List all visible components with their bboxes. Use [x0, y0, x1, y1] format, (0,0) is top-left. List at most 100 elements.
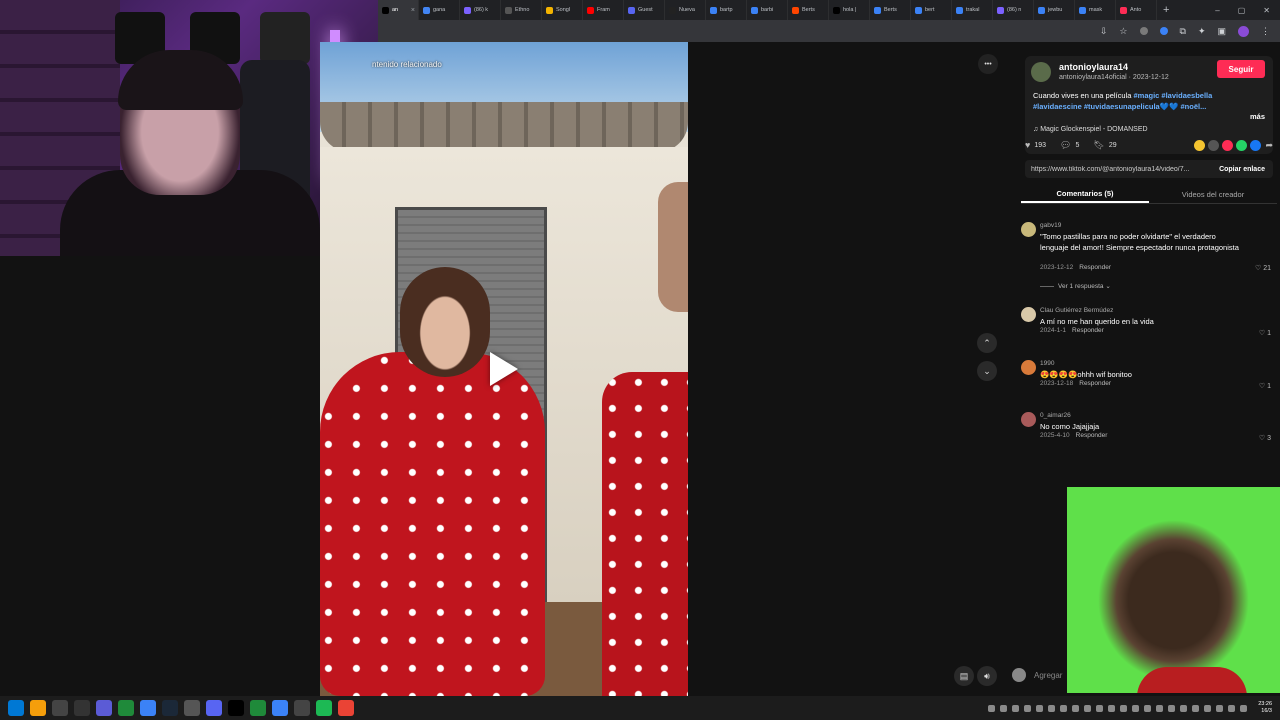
- author-avatar[interactable]: [1031, 62, 1051, 82]
- commenter-name[interactable]: Clau Gutiérrez Bermúdez: [1040, 307, 1113, 314]
- browser-tab[interactable]: Ethno: [501, 0, 542, 20]
- tray-icon[interactable]: [988, 704, 996, 712]
- tray-icon[interactable]: [1192, 704, 1200, 712]
- store-icon[interactable]: [140, 700, 156, 716]
- browser-tab[interactable]: mask: [1075, 0, 1116, 20]
- tiktok-icon[interactable]: [228, 700, 244, 716]
- follow-button[interactable]: Seguir: [1217, 60, 1265, 78]
- browser-tab[interactable]: Songl: [542, 0, 583, 20]
- commenter-name[interactable]: gabv19: [1040, 222, 1061, 229]
- author-username[interactable]: antonioylaura14: [1059, 62, 1128, 72]
- browser-tab[interactable]: an ×: [378, 0, 419, 20]
- tray-icon[interactable]: [1084, 704, 1092, 712]
- browser-tab[interactable]: Berts: [870, 0, 911, 20]
- commenter-avatar[interactable]: [1021, 222, 1036, 237]
- bookmark-icon[interactable]: 🔖︎: [1093, 140, 1104, 151]
- browser-tab[interactable]: Nueva: [665, 0, 706, 20]
- vpn-icon[interactable]: [118, 700, 134, 716]
- tray-icon[interactable]: [1012, 704, 1020, 712]
- extensions-puzzle-icon[interactable]: ⧉: [1180, 26, 1186, 37]
- tray-icon[interactable]: [1036, 704, 1044, 712]
- browser-tab[interactable]: bartp: [706, 0, 747, 20]
- search-icon[interactable]: [30, 700, 46, 716]
- commenter-avatar[interactable]: [1021, 307, 1036, 322]
- play-icon[interactable]: [490, 352, 518, 386]
- app-icon[interactable]: [74, 700, 90, 716]
- share-option-icon[interactable]: [1222, 139, 1234, 151]
- close-tab-icon[interactable]: ×: [411, 7, 415, 14]
- volume-icon[interactable]: 🔊︎: [977, 666, 997, 686]
- comment-like-button[interactable]: ♡ 3: [1259, 434, 1271, 442]
- commenter-avatar[interactable]: [1021, 412, 1036, 427]
- steam-icon[interactable]: [162, 700, 178, 716]
- view-replies-button[interactable]: Ver 1 respuesta ⌄: [1040, 282, 1111, 290]
- app-icon[interactable]: [294, 700, 310, 716]
- share-option-icon[interactable]: [1236, 139, 1248, 151]
- more-options-button[interactable]: •••: [978, 54, 998, 74]
- share-arrow-icon[interactable]: ➦: [1265, 140, 1273, 151]
- chrome-icon[interactable]: [338, 700, 354, 716]
- tiktok-video[interactable]: ntenido relacionado: [320, 42, 688, 696]
- bookmark-star-icon[interactable]: ☆: [1119, 26, 1127, 37]
- tab-creator-videos[interactable]: Videos del creador: [1149, 186, 1277, 203]
- commenter-avatar[interactable]: [1021, 360, 1036, 375]
- tray-icon[interactable]: [1144, 704, 1152, 712]
- tray-icon[interactable]: [1204, 704, 1212, 712]
- browser-tab[interactable]: Fram: [583, 0, 624, 20]
- reply-button[interactable]: Responder: [1076, 432, 1108, 439]
- reply-button[interactable]: Responder: [1079, 264, 1111, 271]
- tray-icon[interactable]: [1132, 704, 1140, 712]
- next-video-button[interactable]: ⌄: [977, 361, 997, 381]
- minimize-button[interactable]: –: [1215, 6, 1219, 15]
- app-icon[interactable]: [250, 700, 266, 716]
- comment-input[interactable]: Agregar: [1034, 671, 1062, 680]
- close-window-button[interactable]: ✕: [1263, 6, 1270, 15]
- tray-icon[interactable]: [1108, 704, 1116, 712]
- profile-avatar[interactable]: [1238, 25, 1249, 37]
- new-tab-button[interactable]: +: [1157, 4, 1175, 16]
- extension-icon[interactable]: [1139, 27, 1148, 35]
- caption-icon[interactable]: ▤: [954, 666, 974, 686]
- previous-video-button[interactable]: ⌃: [977, 333, 997, 353]
- heart-icon[interactable]: ♥: [1025, 140, 1030, 150]
- tray-icon[interactable]: [1228, 704, 1236, 712]
- tray-icon[interactable]: [1120, 704, 1128, 712]
- tab-comments[interactable]: Comentarios (5): [1021, 186, 1149, 203]
- pin-icon[interactable]: ✦: [1198, 26, 1206, 37]
- tray-icon[interactable]: [1168, 704, 1176, 712]
- reply-button[interactable]: Responder: [1079, 380, 1111, 387]
- browser-menu-icon[interactable]: ⋮: [1261, 26, 1270, 37]
- tray-icon[interactable]: [1024, 704, 1032, 712]
- tray-icon[interactable]: [1000, 704, 1008, 712]
- browser-tab[interactable]: bert: [911, 0, 952, 20]
- extension-icon[interactable]: [1159, 27, 1168, 35]
- tray-icon[interactable]: [1240, 704, 1248, 712]
- share-option-icon[interactable]: [1208, 139, 1220, 151]
- windows-icon[interactable]: [8, 700, 24, 716]
- install-icon[interactable]: ⇩: [1100, 26, 1108, 37]
- comment-icon[interactable]: 💬︎: [1060, 140, 1071, 151]
- share-option-icon[interactable]: [1194, 139, 1206, 151]
- browser-tab[interactable]: (86) n: [993, 0, 1034, 20]
- share-option-icon[interactable]: [1250, 139, 1262, 151]
- more-link[interactable]: más: [1250, 112, 1265, 121]
- tray-icon[interactable]: [1072, 704, 1080, 712]
- hashtags-line-2[interactable]: #lavidaescine #tuvidaesunapelicula💙💙 #no…: [1033, 102, 1206, 111]
- v-icon[interactable]: [96, 700, 112, 716]
- app-icon[interactable]: [184, 700, 200, 716]
- reply-button[interactable]: Responder: [1072, 327, 1104, 334]
- browser-tab[interactable]: barbi: [747, 0, 788, 20]
- hashtags-line-1[interactable]: #magic #lavidaesbella: [1134, 91, 1213, 100]
- comment-like-button[interactable]: ♡ 21: [1255, 264, 1271, 272]
- copy-link-button[interactable]: Copiar enlace: [1219, 166, 1273, 173]
- maximize-button[interactable]: ▢: [1238, 6, 1246, 15]
- app-icon[interactable]: [272, 700, 288, 716]
- tray-icon[interactable]: [1060, 704, 1068, 712]
- browser-tab[interactable]: gana: [419, 0, 460, 20]
- comment-like-button[interactable]: ♡ 1: [1259, 329, 1271, 337]
- tray-icon[interactable]: [1096, 704, 1104, 712]
- comment-like-button[interactable]: ♡ 1: [1259, 382, 1271, 390]
- browser-tab[interactable]: Guest: [624, 0, 665, 20]
- commenter-name[interactable]: 0_aimar26: [1040, 412, 1071, 419]
- tray-icon[interactable]: [1180, 704, 1188, 712]
